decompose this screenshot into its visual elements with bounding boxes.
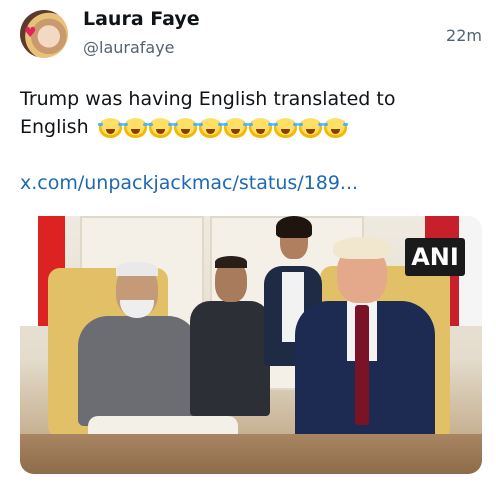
laughing-tears-emoji-icon <box>247 117 273 138</box>
avatar[interactable]: ♥ <box>20 10 68 58</box>
author-handle[interactable]: @laurafaye <box>83 38 175 57</box>
laughing-tears-emoji-icon <box>322 117 348 138</box>
laughing-tears-emoji-icon <box>172 117 198 138</box>
laughing-tears-emoji-icon <box>197 117 223 138</box>
post-link[interactable]: x.com/unpackjackmac/status/189... <box>20 172 358 194</box>
laughing-tears-emoji-icon <box>122 117 148 138</box>
laughing-tears-emoji-icon <box>272 117 298 138</box>
floor <box>20 434 482 474</box>
post-timestamp[interactable]: 22m <box>446 26 482 45</box>
laughing-tears-emoji-icon <box>97 117 123 138</box>
laughing-tears-emoji-icon <box>297 117 323 138</box>
post-text: Trump was having English translated to E… <box>20 85 450 141</box>
author-name[interactable]: Laura Faye <box>83 8 200 30</box>
ani-watermark: ANI <box>405 238 465 276</box>
laughing-tears-emoji-icon <box>147 117 173 138</box>
laugh-emoji-row <box>97 117 348 138</box>
post-image[interactable]: ANI <box>20 216 482 474</box>
laughing-tears-emoji-icon <box>222 117 248 138</box>
heart-icon: ♥ <box>24 25 37 41</box>
